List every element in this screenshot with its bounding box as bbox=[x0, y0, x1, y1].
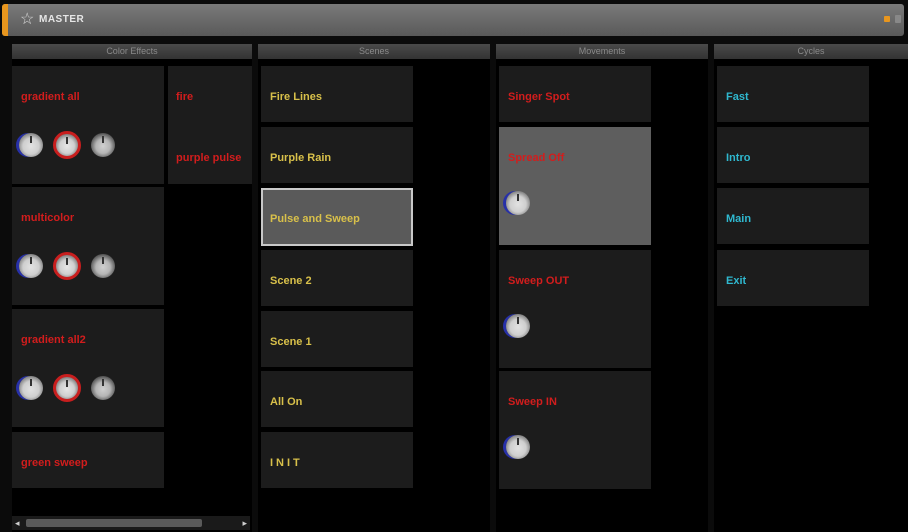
movement-tile-spread-off[interactable]: Spread Off bbox=[499, 127, 651, 245]
scene-tile-scene-1[interactable]: Scene 1 bbox=[261, 311, 413, 367]
movement-label: Sweep IN bbox=[508, 396, 557, 408]
scene-tile-purple-rain[interactable]: Purple Rain bbox=[261, 127, 413, 183]
movement-tile-sweep-in[interactable]: Sweep IN bbox=[499, 371, 651, 489]
fade-knob[interactable] bbox=[91, 254, 115, 278]
effect-label: green sweep bbox=[21, 457, 88, 469]
window-state-icon[interactable] bbox=[884, 16, 890, 22]
movement-knob[interactable] bbox=[506, 435, 530, 459]
scene-label: All On bbox=[270, 396, 303, 408]
scenes-panel: Scenes Fire Lines Purple Rain Pulse and … bbox=[258, 44, 490, 532]
cycle-label: Exit bbox=[726, 275, 747, 287]
cycle-label: Fast bbox=[726, 91, 749, 103]
scenes-header: Scenes bbox=[258, 44, 490, 59]
effect-tile-gradient-all2[interactable]: gradient all2 bbox=[12, 309, 164, 427]
effect-label: multicolor bbox=[21, 212, 75, 224]
master-title-bar[interactable]: ☆ MASTER bbox=[2, 4, 904, 36]
scene-label: INIT bbox=[270, 457, 303, 469]
effect-tile-green-sweep[interactable]: green sweep bbox=[12, 432, 164, 488]
scene-label: Pulse and Sweep bbox=[270, 213, 360, 225]
speed-knob[interactable] bbox=[19, 376, 43, 400]
size-knob[interactable] bbox=[53, 374, 81, 402]
movements-header: Movements bbox=[496, 44, 708, 59]
effect-label: gradient all2 bbox=[21, 334, 86, 346]
movement-knob[interactable] bbox=[506, 191, 530, 215]
color-effects-panel: Color Effects gradient all multicolor gr… bbox=[12, 44, 252, 532]
movement-label: Sweep OUT bbox=[508, 275, 570, 287]
scene-label: Scene 2 bbox=[270, 275, 312, 287]
movement-tile-singer-spot[interactable]: Singer Spot bbox=[499, 66, 651, 122]
effect-label: fire bbox=[176, 91, 194, 103]
scene-label: Scene 1 bbox=[270, 336, 312, 348]
cycle-tile-fast[interactable]: Fast bbox=[717, 66, 869, 122]
cycle-tile-main[interactable]: Main bbox=[717, 188, 869, 244]
effect-tile-multicolor[interactable]: multicolor bbox=[12, 187, 164, 305]
scrollbar-thumb[interactable] bbox=[26, 519, 202, 527]
movement-label: Singer Spot bbox=[508, 91, 570, 103]
color-effects-header: Color Effects bbox=[12, 44, 252, 59]
speed-knob[interactable] bbox=[19, 254, 43, 278]
movement-knob[interactable] bbox=[506, 314, 530, 338]
movement-tile-sweep-out[interactable]: Sweep OUT bbox=[499, 250, 651, 368]
fade-knob[interactable] bbox=[91, 376, 115, 400]
cycles-header: Cycles bbox=[714, 44, 908, 59]
title-accent-stripe bbox=[2, 4, 8, 36]
cycle-tile-intro[interactable]: Intro bbox=[717, 127, 869, 183]
effect-tile-fire[interactable]: fire purple pulse bbox=[168, 66, 252, 184]
effect-label: gradient all bbox=[21, 91, 80, 103]
window-menu-icon[interactable] bbox=[895, 15, 901, 23]
scene-label: Fire Lines bbox=[270, 91, 322, 103]
cycle-label: Main bbox=[726, 213, 752, 225]
scene-tile-all-on[interactable]: All On bbox=[261, 371, 413, 427]
effect-tile-gradient-all[interactable]: gradient all bbox=[12, 66, 164, 184]
speed-knob[interactable] bbox=[19, 133, 43, 157]
star-icon[interactable]: ☆ bbox=[20, 10, 34, 30]
movement-label: Spread Off bbox=[508, 152, 565, 164]
cycles-panel: Cycles Fast Intro Main Exit bbox=[714, 44, 908, 532]
effect-label: purple pulse bbox=[176, 152, 242, 164]
scene-tile-pulse-and-sweep[interactable]: Pulse and Sweep bbox=[261, 188, 413, 246]
scene-tile-scene-2[interactable]: Scene 2 bbox=[261, 250, 413, 306]
window-title: MASTER bbox=[39, 14, 85, 25]
scene-label: Purple Rain bbox=[270, 152, 332, 164]
size-knob[interactable] bbox=[53, 252, 81, 280]
size-knob[interactable] bbox=[53, 131, 81, 159]
cycle-label: Intro bbox=[726, 152, 751, 164]
scroll-right-arrow-icon[interactable]: ▸ bbox=[242, 518, 247, 528]
scroll-left-arrow-icon[interactable]: ◂ bbox=[15, 518, 20, 528]
movements-panel: Movements Singer Spot Spread Off Sweep O… bbox=[496, 44, 708, 532]
cycle-tile-exit[interactable]: Exit bbox=[717, 250, 869, 306]
horizontal-scrollbar[interactable]: ◂ ▸ bbox=[12, 516, 250, 530]
fade-knob[interactable] bbox=[91, 133, 115, 157]
scene-tile-fire-lines[interactable]: Fire Lines bbox=[261, 66, 413, 122]
scene-tile-init[interactable]: INIT bbox=[261, 432, 413, 488]
